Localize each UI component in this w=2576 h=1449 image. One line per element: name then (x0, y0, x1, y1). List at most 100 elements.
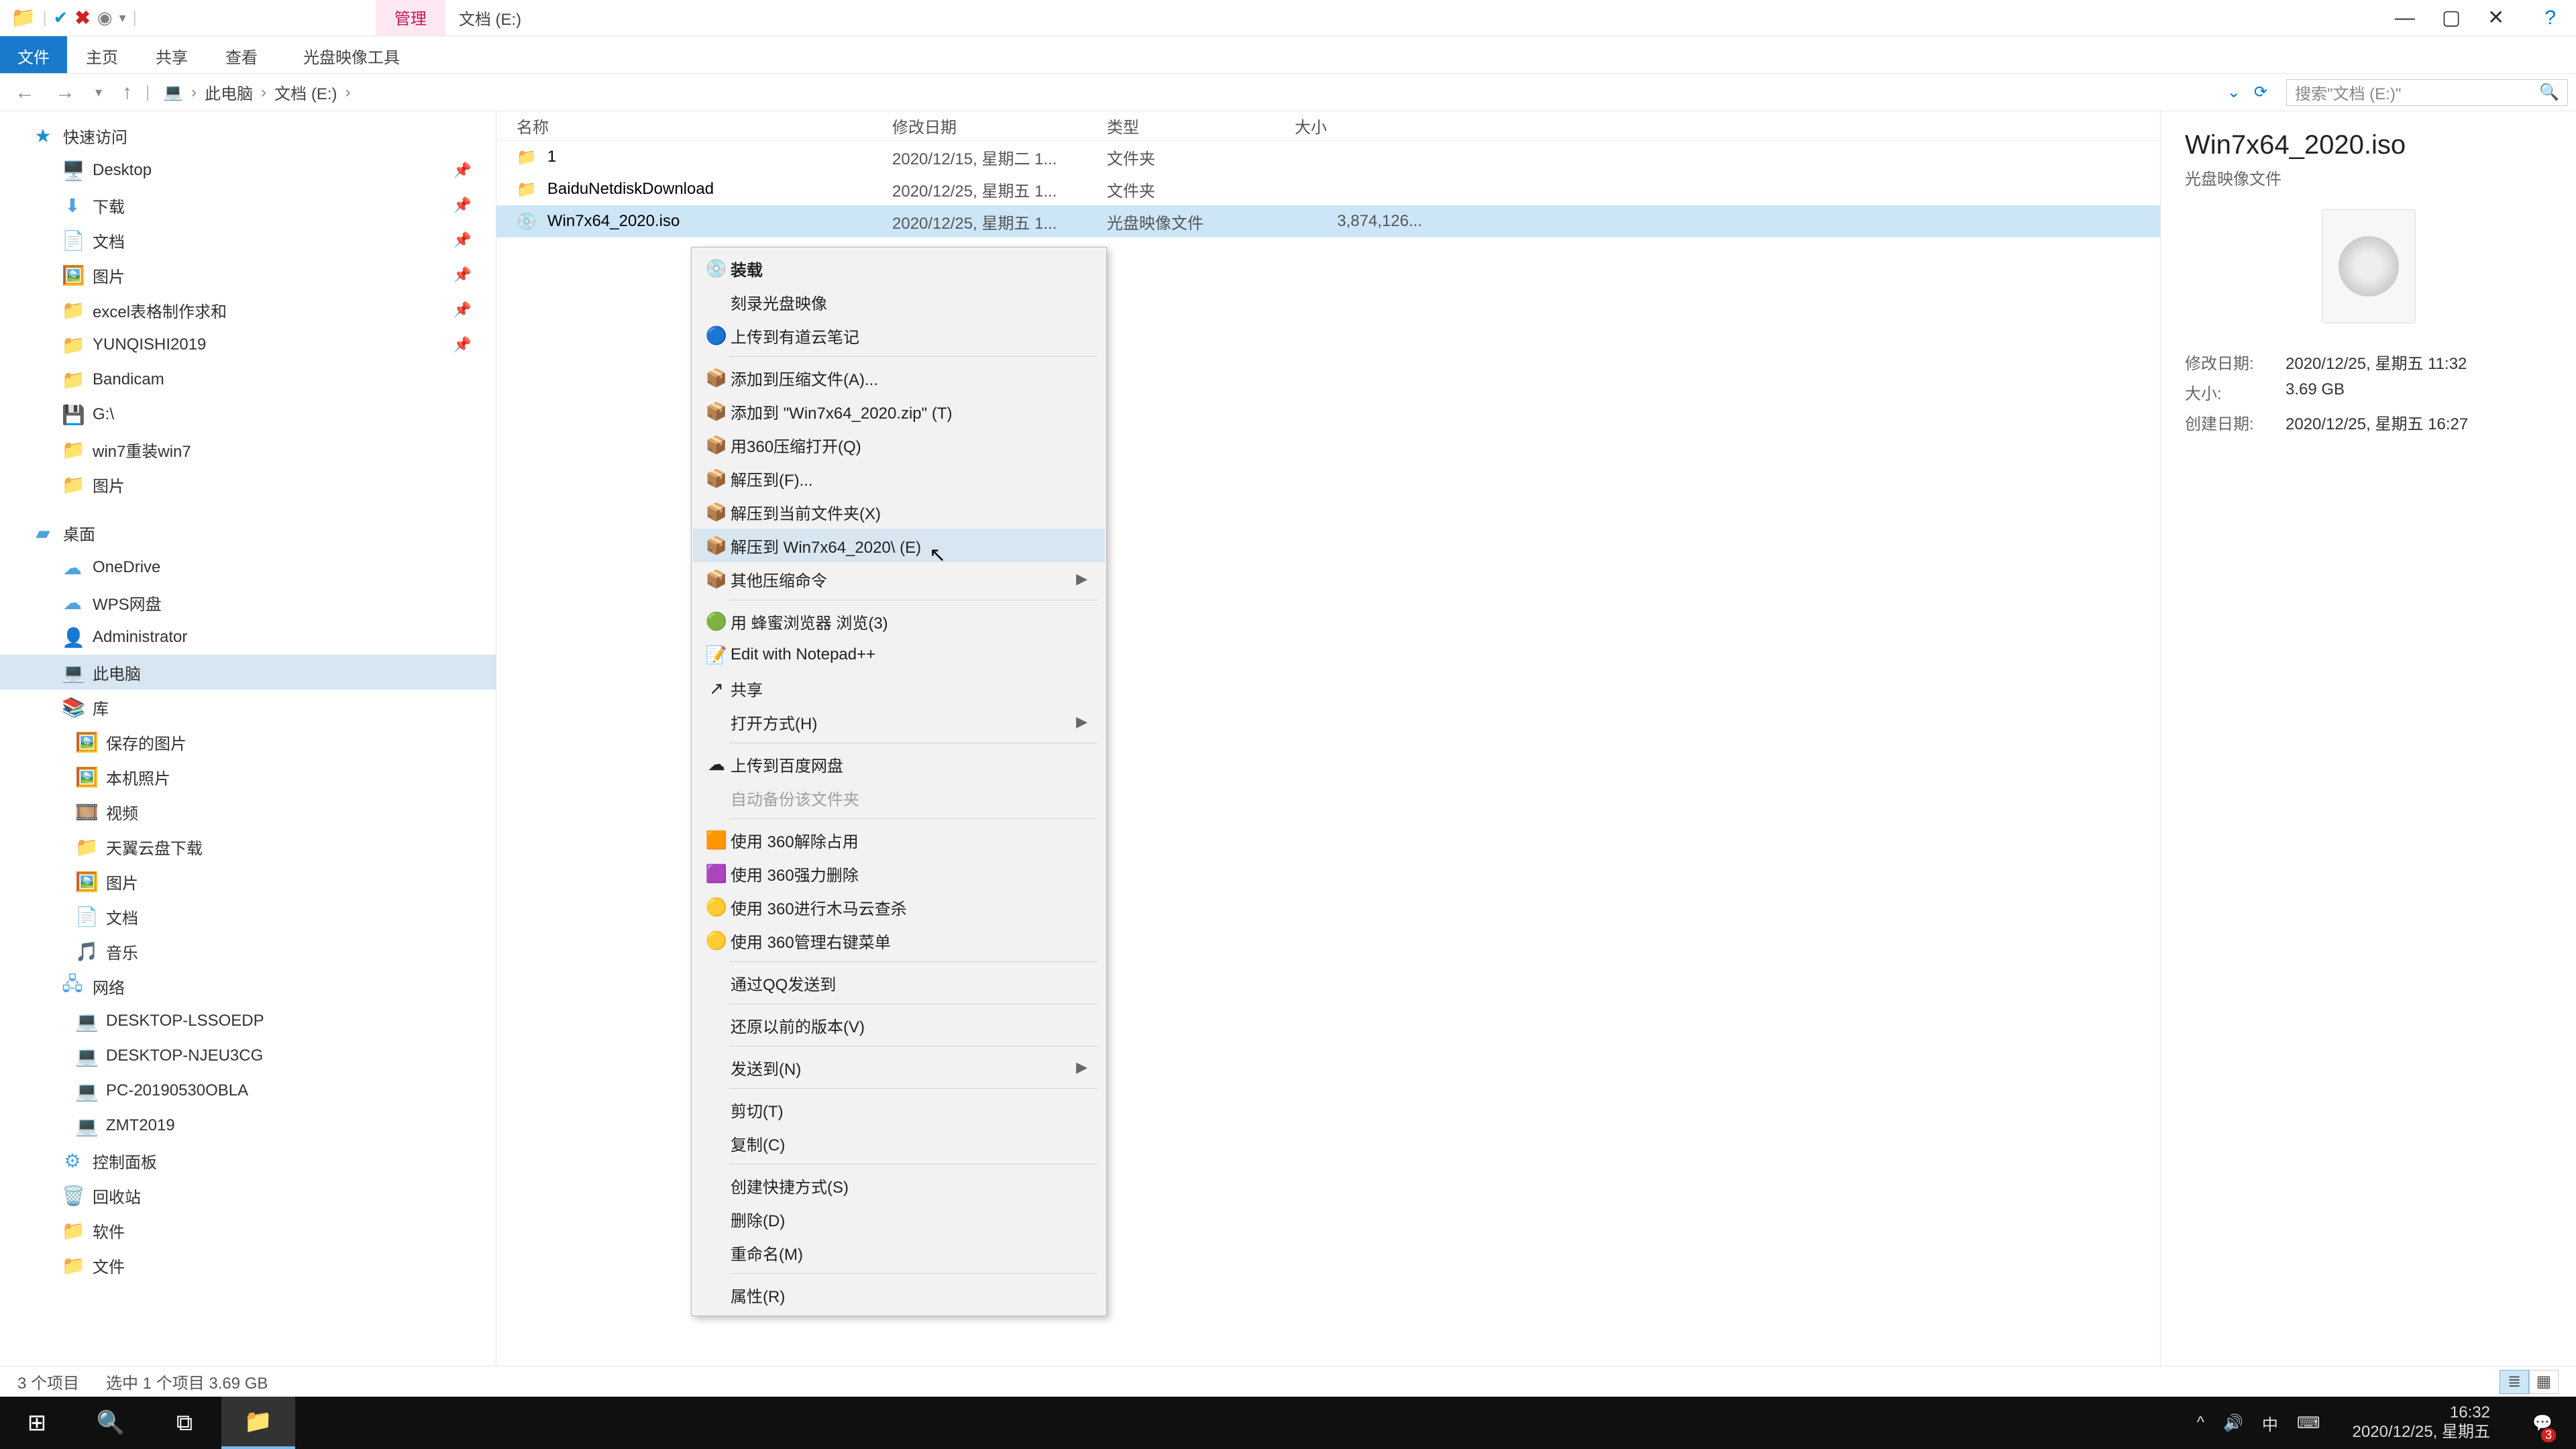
search-icon[interactable]: 🔍 (2539, 83, 2559, 102)
context-menu[interactable]: 💿装载刻录光盘映像🔵上传到有道云笔记📦添加到压缩文件(A)...📦添加到 "Wi… (691, 247, 1107, 1316)
chevron-right-icon[interactable]: › (187, 83, 201, 102)
menu-item[interactable]: 复制(C) (693, 1126, 1105, 1160)
menu-item[interactable]: 剪切(T) (693, 1093, 1105, 1126)
volume-icon[interactable]: 🔊 (2223, 1413, 2243, 1433)
column-name[interactable]: 名称 (496, 114, 892, 138)
tree-item[interactable]: 📄文档 (0, 899, 496, 934)
column-size[interactable]: 大小 (1295, 114, 1442, 138)
ime-indicator[interactable]: 中 (2262, 1411, 2278, 1435)
tree-item[interactable]: 💻PC-20190530OBLA (0, 1073, 496, 1108)
tree-desktop-root[interactable]: ▰ 桌面 (0, 515, 496, 550)
search-button[interactable]: 🔍 (74, 1397, 148, 1449)
tray-chevron-icon[interactable]: ^ (2197, 1413, 2204, 1432)
menu-item[interactable]: 打开方式(H)▶ (693, 705, 1105, 739)
refresh-icon[interactable]: ⟳ (2254, 83, 2267, 102)
tree-item[interactable]: ☁OneDrive (0, 550, 496, 585)
action-center-button[interactable]: 💬 3 (2522, 1397, 2563, 1449)
tree-item[interactable]: 📁win7重装win7 (0, 432, 496, 467)
breadcrumb-item[interactable]: 此电脑 (205, 80, 253, 104)
breadcrumb[interactable]: 💻 › 此电脑 › 文档 (E:) › (156, 80, 2208, 104)
tab-share[interactable]: 共享 (137, 36, 207, 73)
column-type[interactable]: 类型 (1107, 114, 1295, 138)
tree-item[interactable]: 💻DESKTOP-LSSOEDP (0, 1004, 496, 1038)
help-icon[interactable]: ? (2544, 7, 2556, 30)
column-modified[interactable]: 修改日期 (892, 114, 1107, 138)
address-dropdown-icon[interactable]: ⌄ (2227, 83, 2241, 102)
context-tab-manage[interactable]: 管理 (376, 0, 445, 36)
tree-item[interactable]: 🖥️Desktop📌 (0, 153, 496, 188)
menu-item[interactable]: 📦其他压缩命令▶ (693, 562, 1105, 596)
menu-item[interactable]: 📦解压到(F)... (693, 462, 1105, 495)
menu-item[interactable]: 📦用360压缩打开(Q) (693, 428, 1105, 462)
check-icon[interactable]: ✔ (54, 7, 68, 28)
menu-item[interactable]: 📦解压到 Win7x64_2020\ (E) (693, 529, 1105, 562)
view-large-icons-icon[interactable]: ▦ (2529, 1370, 2559, 1394)
maximize-button[interactable]: ▢ (2442, 6, 2461, 30)
tree-item[interactable]: 📁天翼云盘下载 (0, 829, 496, 864)
tree-item[interactable]: ⚙控制面板 (0, 1143, 496, 1178)
clock[interactable]: 16:32 2020/12/25, 星期五 (2339, 1403, 2504, 1442)
menu-item[interactable]: 重命名(M) (693, 1236, 1105, 1269)
tree-item[interactable]: 🖼️保存的图片 (0, 724, 496, 759)
minimize-button[interactable]: — (2395, 7, 2415, 30)
menu-item[interactable]: 🟡使用 360进行木马云查杀 (693, 890, 1105, 924)
menu-item[interactable]: 📦添加到 "Win7x64_2020.zip" (T) (693, 394, 1105, 428)
menu-item[interactable]: 🟧使用 360解除占用 (693, 823, 1105, 857)
menu-item[interactable]: 刻录光盘映像 (693, 285, 1105, 319)
tree-item[interactable]: 📁YUNQISHI2019📌 (0, 327, 496, 362)
view-details-icon[interactable]: ≣ (2500, 1370, 2529, 1394)
tab-iso-tools[interactable]: 光盘映像工具 (288, 36, 415, 73)
menu-item[interactable]: 发送到(N)▶ (693, 1051, 1105, 1084)
tree-item[interactable]: 💻此电脑 (0, 655, 496, 690)
tree-network[interactable]: 🖧 网络 (0, 969, 496, 1004)
task-view-button[interactable]: ⧉ (148, 1397, 221, 1449)
file-row[interactable]: 📁BaiduNetdiskDownload2020/12/25, 星期五 1..… (496, 173, 2160, 205)
menu-item[interactable]: ↗共享 (693, 672, 1105, 705)
tree-item[interactable]: 📄文档📌 (0, 223, 496, 258)
menu-item[interactable]: 🟡使用 360管理右键菜单 (693, 924, 1105, 957)
tab-view[interactable]: 查看 (207, 36, 276, 73)
tree-item[interactable]: 🗑️回收站 (0, 1178, 496, 1213)
tree-item[interactable]: 💻DESKTOP-NJEU3CG (0, 1038, 496, 1073)
chevron-right-icon[interactable]: › (341, 83, 355, 102)
menu-item[interactable]: 📝Edit with Notepad++ (693, 638, 1105, 672)
menu-item[interactable]: 🔵上传到有道云笔记 (693, 319, 1105, 352)
navigation-pane[interactable]: ★ 快速访问 🖥️Desktop📌⬇下载📌📄文档📌🖼️图片📌📁excel表格制作… (0, 111, 496, 1366)
menu-item[interactable]: 还原以前的版本(V) (693, 1008, 1105, 1042)
up-button[interactable]: ↑ (115, 81, 139, 104)
tree-item[interactable]: 🖼️本机照片 (0, 759, 496, 794)
search-input[interactable]: 搜索"文档 (E:)" 🔍 (2286, 79, 2568, 106)
tab-home[interactable]: 主页 (67, 36, 137, 73)
file-row[interactable]: 📁12020/12/15, 星期二 1...文件夹 (496, 141, 2160, 173)
qat-dropdown-icon[interactable]: ▾ (119, 9, 126, 26)
tab-file[interactable]: 文件 (0, 36, 67, 73)
menu-item[interactable]: 📦添加到压缩文件(A)... (693, 361, 1105, 394)
tree-item[interactable]: 📁Bandicam (0, 362, 496, 397)
tree-item[interactable]: 🎵音乐 (0, 934, 496, 969)
chevron-right-icon[interactable]: › (257, 83, 270, 102)
menu-item[interactable]: 创建快捷方式(S) (693, 1169, 1105, 1202)
menu-item[interactable]: 🟪使用 360强力删除 (693, 857, 1105, 890)
column-headers[interactable]: 名称 修改日期 类型 大小 (496, 111, 2160, 141)
tree-item[interactable]: 💾G:\ (0, 397, 496, 432)
tree-item[interactable]: 📁excel表格制作求和📌 (0, 292, 496, 327)
taskbar-explorer[interactable]: 📁 (221, 1397, 295, 1449)
tree-quick-access[interactable]: ★ 快速访问 (0, 118, 496, 153)
keyboard-icon[interactable]: ⌨ (2297, 1413, 2320, 1433)
tree-item[interactable]: 📁文件 (0, 1248, 496, 1283)
close-button[interactable]: ✕ (2487, 6, 2504, 30)
tree-item[interactable]: 💻ZMT2019 (0, 1108, 496, 1143)
menu-item[interactable]: ☁上传到百度网盘 (693, 747, 1105, 781)
menu-item[interactable]: 🟢用 蜂蜜浏览器 浏览(3) (693, 604, 1105, 638)
forward-button[interactable]: → (48, 81, 82, 104)
menu-item[interactable]: 删除(D) (693, 1202, 1105, 1236)
tree-item[interactable]: ☁WPS网盘 (0, 585, 496, 620)
menu-item[interactable]: 属性(R) (693, 1278, 1105, 1311)
taskbar[interactable]: ⊞ 🔍 ⧉ 📁 ^ 🔊 中 ⌨ 16:32 2020/12/25, 星期五 💬 … (0, 1397, 2576, 1449)
close-red-icon[interactable]: ✖ (74, 7, 90, 29)
tree-item[interactable]: 🖼️图片📌 (0, 258, 496, 292)
tree-item[interactable]: 📚库 (0, 690, 496, 724)
tree-item[interactable]: 🎞️视频 (0, 794, 496, 829)
file-row[interactable]: 💿Win7x64_2020.iso2020/12/25, 星期五 1...光盘映… (496, 205, 2160, 237)
history-dropdown-icon[interactable]: ▾ (89, 84, 109, 101)
